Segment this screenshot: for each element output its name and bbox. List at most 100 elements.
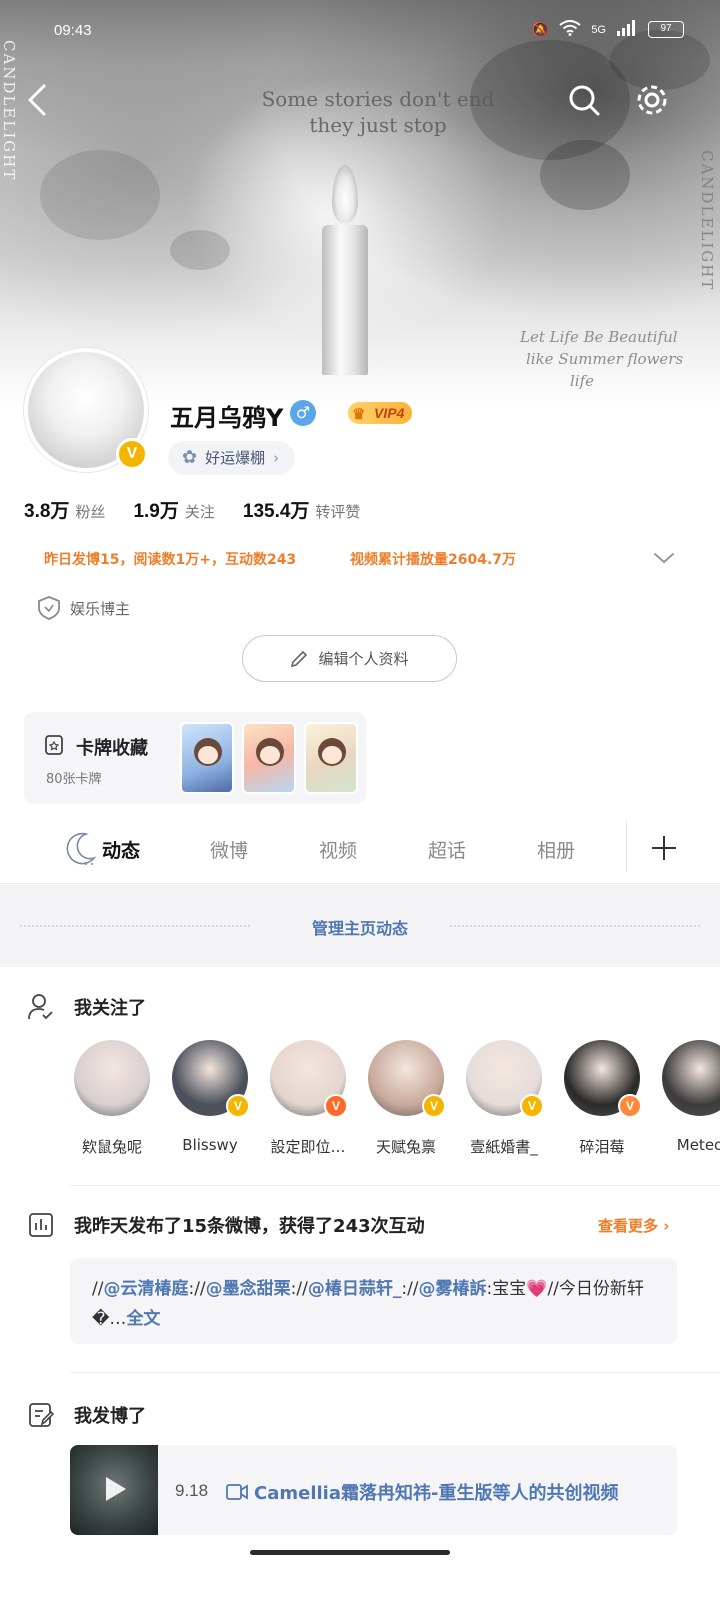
mention-link[interactable]: @墨念甜栗: [206, 1279, 291, 1299]
verified-badge: V: [116, 438, 148, 470]
following-user[interactable]: 欸鼠兔呢: [74, 1040, 162, 1157]
status-time: 09:43: [54, 22, 92, 39]
signal-icon: [616, 20, 638, 39]
card-collection-title: 卡牌收藏: [76, 738, 148, 759]
card-collection[interactable]: 卡牌收藏 80张卡牌: [24, 712, 366, 804]
chevron-down-icon[interactable]: [652, 546, 676, 570]
see-more-label: 查看更多: [598, 1217, 659, 1235]
stat-following[interactable]: 1.9万 关注: [133, 496, 214, 523]
candle: [322, 225, 368, 375]
tab-dynamics[interactable]: 动态: [102, 836, 140, 863]
cover-vertical-text-right: CANDLELIGHT: [698, 150, 716, 292]
video-title-link[interactable]: Camellia霜落冉知祎-重生版等人的共创视频: [226, 1479, 618, 1505]
verified-badge: V: [520, 1094, 544, 1118]
following-user-name: 設定即位…: [270, 1138, 346, 1156]
avatar: [662, 1040, 720, 1116]
stat-label: 粉丝: [75, 503, 106, 521]
posted-title: 我发博了: [74, 1406, 146, 1427]
manage-dynamics-bar[interactable]: 管理主页动态: [0, 885, 720, 967]
stat-label: 关注: [184, 503, 215, 521]
avatar: V: [564, 1040, 642, 1118]
divider: [70, 1372, 720, 1373]
vip-label: VIP4: [374, 405, 405, 421]
full-text-link[interactable]: 全文: [126, 1309, 160, 1329]
mention-link[interactable]: @云清椿庭: [103, 1279, 188, 1299]
following-user-name: Blisswy: [182, 1136, 238, 1154]
stat-label: 转评赞: [315, 503, 361, 521]
following-user[interactable]: V 碎泪莓: [552, 1040, 652, 1157]
shield-icon: [38, 596, 60, 620]
video-thumbnail: [70, 1445, 158, 1535]
plus-icon[interactable]: [650, 834, 678, 862]
cover-script-text: Let Life Be Beautiful like Summer flower…: [520, 328, 684, 390]
following-user[interactable]: V 壹紙婚書_: [454, 1040, 554, 1157]
status-bar: 09:43 🔕 5G 97: [0, 18, 720, 46]
following-list: 欸鼠兔呢 V Blisswy V 設定即位… V 天赋兔禀 V 壹紙婚書_ V 碎泪莓 Meteo: [74, 1040, 720, 1160]
activity-yesterday: 昨日发博15，阅读数1万+，互动数243: [44, 552, 297, 568]
verified-badge: V: [422, 1094, 446, 1118]
verified-badge: V: [324, 1094, 348, 1118]
post-text: //: [92, 1279, 104, 1299]
cover-quote: Some stories don't end they just stop: [261, 87, 495, 137]
user-check-icon: [28, 994, 53, 1020]
avatar: V: [368, 1040, 446, 1118]
stat-number: 135.4万: [242, 501, 310, 522]
following-user-name: Meteo: [676, 1136, 720, 1154]
cover-vertical-text-left: CANDLELIGHT: [0, 40, 18, 182]
following-user-name: 壹紙婚書_: [470, 1138, 538, 1156]
post-text: ://: [290, 1279, 308, 1299]
stat-number: 1.9万: [133, 501, 179, 522]
divider: [70, 1185, 720, 1186]
following-user[interactable]: V 設定即位…: [258, 1040, 358, 1157]
divider: [626, 820, 627, 872]
role-label: 娱乐博主: [70, 599, 131, 618]
following-user[interactable]: V Blisswy: [160, 1040, 260, 1154]
search-button[interactable]: [564, 80, 604, 120]
following-user[interactable]: Meteo: [650, 1040, 720, 1154]
mention-link[interactable]: @雾椿訴: [419, 1279, 487, 1299]
see-more-link[interactable]: 查看更多 ›: [598, 1215, 669, 1236]
edit-profile-button[interactable]: 编辑个人资料: [242, 635, 457, 682]
luck-chip-label: 好运爆棚: [205, 449, 266, 467]
settings-button[interactable]: [632, 80, 672, 120]
tab-weibo[interactable]: 微博: [210, 836, 248, 863]
following-user-name: 欸鼠兔呢: [81, 1138, 142, 1156]
search-icon: [569, 85, 600, 116]
chevron-right-icon: ›: [663, 1217, 670, 1235]
summary-title: 我昨天发布了15条微博，获得了243次互动: [74, 1216, 425, 1237]
card-icon: [45, 735, 63, 755]
avatar: [74, 1040, 150, 1116]
home-indicator[interactable]: [250, 1550, 450, 1555]
chevron-right-icon: ›: [273, 449, 280, 467]
wifi-icon: [559, 20, 581, 39]
role-tag[interactable]: 娱乐博主: [38, 596, 130, 620]
verified-badge: V: [226, 1094, 250, 1118]
stat-fans[interactable]: 3.8万 粉丝: [24, 496, 105, 523]
luck-chip[interactable]: ✿ 好运爆棚 ›: [168, 441, 296, 475]
mention-link[interactable]: @椿日蒜轩_: [308, 1279, 402, 1299]
profile-stats: 3.8万 粉丝 1.9万 关注 135.4万 转评赞: [24, 496, 360, 523]
video-post-card[interactable]: 9.18 Camellia霜落冉知祎-重生版等人的共创视频: [70, 1445, 677, 1535]
post-preview[interactable]: //@云清椿庭://@墨念甜栗://@椿日蒜轩_://@雾椿訴:宝宝💗//今日份…: [70, 1258, 677, 1344]
video-date: 9.18: [175, 1481, 209, 1500]
clover-icon: ✿: [182, 447, 198, 468]
network-type: 5G: [591, 23, 606, 36]
tab-super-topic[interactable]: 超话: [428, 836, 466, 863]
chart-icon: [29, 1213, 53, 1237]
username: 五月乌鸦Y: [170, 404, 284, 432]
chevron-left-icon: [28, 84, 46, 116]
posted-section-header: 我发博了: [28, 1402, 146, 1428]
tab-album[interactable]: 相册: [537, 836, 575, 863]
card-thumbnail: [180, 722, 234, 794]
vip-badge[interactable]: ♛ VIP4: [348, 402, 413, 424]
heart-icon: 💗: [526, 1279, 548, 1299]
stat-interactions[interactable]: 135.4万 转评赞: [243, 496, 361, 523]
following-user[interactable]: V 天赋兔禀: [356, 1040, 456, 1157]
stat-number: 3.8万: [24, 501, 70, 522]
card-thumbnail: [304, 722, 358, 794]
gear-icon: [637, 85, 667, 115]
profile-tabs: 动态 微博 视频 超话 相册: [0, 810, 720, 884]
pencil-icon: [291, 650, 308, 667]
tab-video[interactable]: 视频: [319, 836, 357, 863]
back-button[interactable]: [20, 80, 60, 120]
